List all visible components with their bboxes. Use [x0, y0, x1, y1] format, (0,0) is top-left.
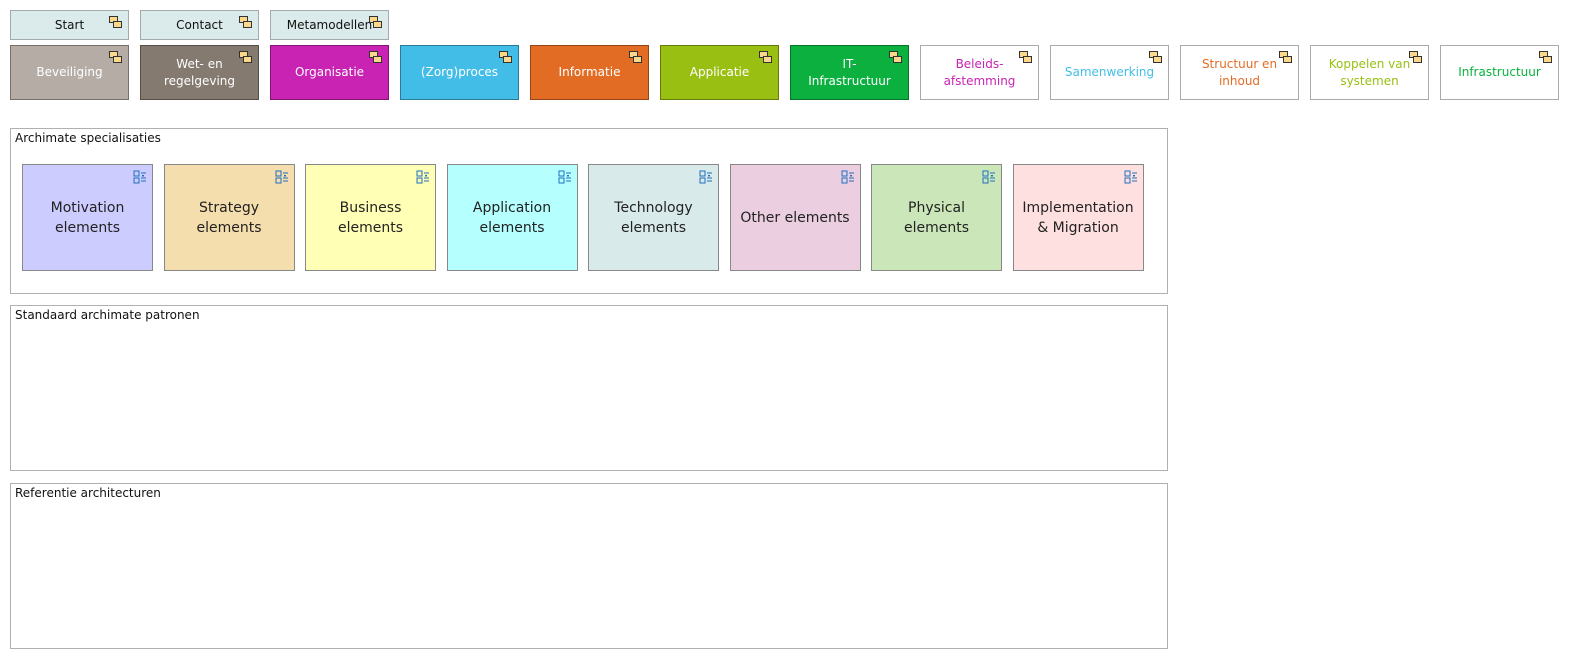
category-label: IT-Infrastructuur	[808, 56, 891, 88]
diagram-link-icon	[889, 51, 902, 63]
element-label: Strategy elements	[196, 199, 262, 236]
element-type-box[interactable]: Strategy elements	[163, 164, 295, 271]
nav-label: Contact	[176, 17, 223, 32]
element-type-box[interactable]: Technology elements	[588, 164, 719, 271]
category-button[interactable]: IT-Infrastructuur	[790, 45, 909, 100]
category-button[interactable]: Structuur en inhoud	[1180, 45, 1299, 100]
diagram-link-icon	[629, 51, 642, 63]
element-label: Technology elements	[614, 199, 693, 236]
nav-button-metamodellen[interactable]: Metamodellen	[270, 10, 389, 40]
diagram-link-icon	[1149, 51, 1162, 63]
list-icon	[416, 170, 429, 184]
category-button[interactable]: Infrastructuur	[1440, 45, 1559, 100]
category-label: Wet- en regelgeving	[163, 56, 236, 88]
diagram-link-icon	[369, 16, 382, 28]
element-type-box[interactable]: Implementation & Migration	[1012, 164, 1144, 271]
element-label: Motivation elements	[50, 199, 125, 236]
diagram-link-icon	[239, 51, 252, 63]
group-referentie-architecturen: Referentie architecturen	[10, 483, 1168, 649]
diagram-link-icon	[369, 51, 382, 63]
category-label: Samenwerking	[1064, 65, 1155, 79]
element-type-box[interactable]: Business elements	[305, 164, 436, 271]
list-icon	[133, 170, 146, 184]
category-button[interactable]: Organisatie	[270, 45, 389, 100]
diagram-link-icon	[1409, 51, 1422, 63]
category-button[interactable]: Beleids-afstemming	[920, 45, 1039, 100]
element-label: Application elements	[472, 199, 552, 236]
category-label: Organisatie	[294, 65, 365, 79]
element-label: Other elements	[740, 209, 850, 226]
element-type-box[interactable]: Physical elements	[871, 164, 1002, 271]
list-icon	[1124, 170, 1137, 184]
category-label: Informatie	[558, 65, 621, 79]
category-label: Beleids-afstemming	[943, 56, 1016, 88]
group-label: Standaard archimate patronen	[15, 308, 200, 322]
diagram-link-icon	[759, 51, 772, 63]
element-type-box[interactable]: Motivation elements	[22, 164, 153, 271]
category-button[interactable]: Wet- en regelgeving	[140, 45, 259, 100]
category-label: Koppelen van systemen	[1328, 56, 1411, 88]
diagram-link-icon	[239, 16, 252, 28]
category-button[interactable]: (Zorg)proces	[400, 45, 519, 100]
group-archimate-specialisaties: Archimate specialisaties Motivation elem…	[10, 128, 1168, 294]
category-button[interactable]: Informatie	[530, 45, 649, 100]
diagram-link-icon	[1279, 51, 1292, 63]
element-label: Physical elements	[903, 199, 970, 236]
list-icon	[841, 170, 854, 184]
nav-label: Start	[54, 17, 85, 32]
diagram-link-icon	[1019, 51, 1032, 63]
category-button[interactable]: Koppelen van systemen	[1310, 45, 1429, 100]
element-type-box[interactable]: Application elements	[446, 164, 578, 271]
group-label: Referentie architecturen	[15, 486, 161, 500]
diagram-link-icon	[109, 16, 122, 28]
category-label: Structuur en inhoud	[1201, 56, 1278, 88]
list-icon	[699, 170, 712, 184]
element-type-box[interactable]: Other elements	[729, 164, 861, 271]
category-label: Infrastructuur	[1458, 65, 1541, 79]
list-icon	[558, 170, 571, 184]
group-label: Archimate specialisaties	[15, 131, 161, 145]
nav-button-start[interactable]: Start	[10, 10, 129, 40]
category-button[interactable]: Samenwerking	[1050, 45, 1169, 100]
nav-button-contact[interactable]: Contact	[140, 10, 259, 40]
category-label: Beveiliging	[36, 65, 103, 79]
element-label: Business elements	[337, 199, 404, 236]
list-icon	[982, 170, 995, 184]
diagram-link-icon	[1539, 51, 1552, 63]
nav-label: Metamodellen	[286, 17, 373, 32]
diagram-link-icon	[109, 51, 122, 63]
category-button[interactable]: Beveiliging	[10, 45, 129, 100]
category-button[interactable]: Applicatie	[660, 45, 779, 100]
diagram-link-icon	[499, 51, 512, 63]
category-label: (Zorg)proces	[420, 65, 499, 79]
element-label: Implementation & Migration	[1022, 199, 1134, 236]
category-label: Applicatie	[689, 65, 750, 79]
list-icon	[275, 170, 288, 184]
group-standaard-patronen: Standaard archimate patronen	[10, 305, 1168, 471]
